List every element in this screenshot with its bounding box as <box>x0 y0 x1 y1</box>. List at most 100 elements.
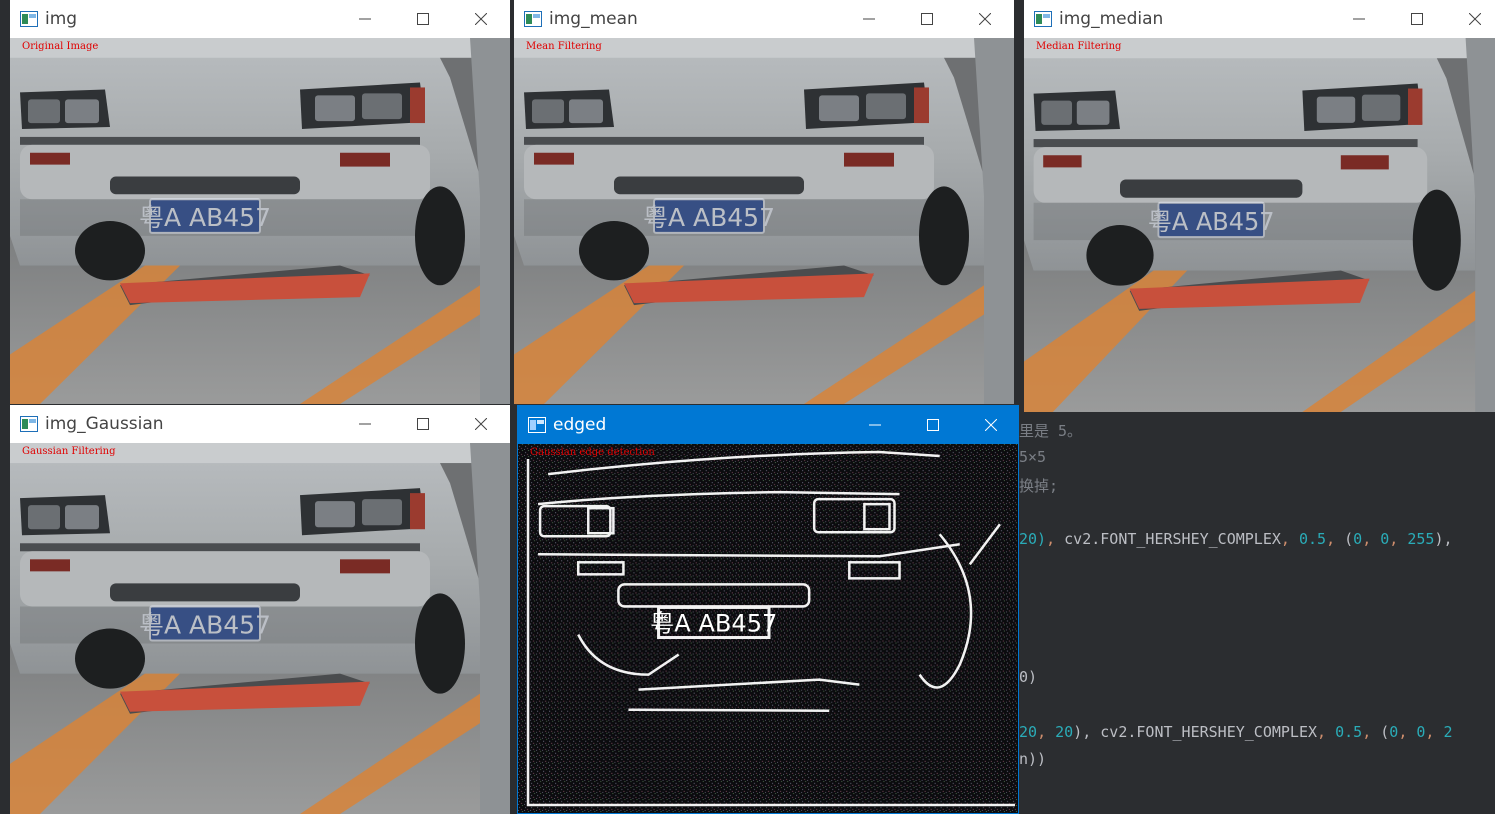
window-titlebar[interactable]: img <box>10 0 510 38</box>
window-title: img_mean <box>549 9 638 29</box>
code-token: 20) <box>1019 530 1047 548</box>
image-canvas[interactable]: 粤A AB457 Mean Filtering <box>514 38 1014 404</box>
app-window-icon <box>1034 11 1052 27</box>
code-token: , <box>1398 723 1417 741</box>
close-button[interactable] <box>1446 0 1495 38</box>
code-token: , <box>1280 530 1299 548</box>
edge-plate-text: 粤A AB457 <box>650 610 777 638</box>
code-token: 0.5 <box>1335 723 1363 741</box>
minimize-icon <box>1353 18 1365 20</box>
window-edged[interactable]: edged 粤A AB457 Gaussian edge detection <box>517 405 1019 814</box>
code-token: ( <box>1380 723 1390 741</box>
code-token: , <box>1362 723 1381 741</box>
close-icon <box>475 418 487 430</box>
code-line-2: 5×5 <box>1019 448 1046 466</box>
maximize-button[interactable] <box>1388 0 1446 38</box>
close-button[interactable] <box>452 405 510 443</box>
code-token: , <box>1425 723 1444 741</box>
code-token: , <box>1046 530 1065 548</box>
image-canvas[interactable]: 粤A AB457 Gaussian Filtering <box>10 443 510 814</box>
code-line-6: 20, 20), cv2.FONT_HERSHEY_COMPLEX, 0.5, … <box>1019 723 1453 741</box>
code-token: ), <box>1434 530 1453 548</box>
code-token: ( <box>1344 530 1354 548</box>
car-image: 粤A AB457 <box>10 443 510 814</box>
code-line-1: 里是 5。 <box>1019 420 1082 441</box>
code-token: 换掉; <box>1019 477 1059 495</box>
image-canvas[interactable]: 粤A AB457 Gaussian edge detection <box>518 444 1018 813</box>
close-icon <box>475 13 487 25</box>
minimize-button[interactable] <box>336 405 394 443</box>
maximize-icon <box>921 13 933 25</box>
code-token: 20 <box>1055 723 1074 741</box>
filter-overlay-label: Gaussian Filtering <box>22 446 116 457</box>
maximize-button[interactable] <box>394 405 452 443</box>
close-button[interactable] <box>962 406 1018 444</box>
code-token: 0.5 <box>1298 530 1327 548</box>
car-image: 粤A AB457 <box>514 38 1014 404</box>
window-title: img <box>45 9 78 29</box>
code-token: , <box>1317 723 1336 741</box>
minimize-button[interactable] <box>840 0 898 38</box>
code-line-4: 20), cv2.FONT_HERSHEY_COMPLEX, 0.5, (0, … <box>1019 530 1453 548</box>
code-token: 20 <box>1019 723 1038 741</box>
maximize-icon <box>417 13 429 25</box>
car-image: 粤A AB457 <box>1024 38 1495 412</box>
filter-overlay-label: Gaussian edge detection <box>530 447 655 458</box>
maximize-button[interactable] <box>904 406 962 444</box>
maximize-icon <box>417 418 429 430</box>
filter-overlay-label: Original Image <box>22 41 99 52</box>
close-icon <box>1469 13 1481 25</box>
code-line-5: 0) <box>1019 668 1037 686</box>
code-token: , <box>1389 530 1408 548</box>
code-editor[interactable]: 里是 5。 5×5 换掉; 20), cv2.FONT_HERSHEY_COMP… <box>1015 410 1495 814</box>
window-img-gaussian[interactable]: img_Gaussian 粤A AB457 Gaussian Filtering <box>10 405 510 814</box>
code-token: 0 <box>1389 723 1399 741</box>
code-line-3: 换掉; <box>1019 475 1058 496</box>
maximize-button[interactable] <box>394 0 452 38</box>
window-img-mean[interactable]: img_mean 粤A AB457 Mean Filtering <box>514 0 1014 404</box>
code-token: 0 <box>1353 530 1363 548</box>
window-titlebar[interactable]: img_median <box>1024 0 1495 38</box>
image-canvas[interactable]: 粤A AB457 Original Image <box>10 38 510 404</box>
maximize-icon <box>1411 13 1423 25</box>
minimize-icon <box>359 423 371 425</box>
window-titlebar[interactable]: img_Gaussian <box>10 405 510 443</box>
app-window-icon <box>20 11 38 27</box>
minimize-button[interactable] <box>1330 0 1388 38</box>
filter-overlay-label: Mean Filtering <box>526 41 602 52</box>
code-token: cv2.FONT_HERSHEY_COMPLEX <box>1100 723 1318 741</box>
close-icon <box>985 419 997 431</box>
app-window-icon <box>20 416 38 432</box>
window-titlebar[interactable]: img_mean <box>514 0 1014 38</box>
minimize-button[interactable] <box>336 0 394 38</box>
close-button[interactable] <box>956 0 1014 38</box>
code-token: , <box>1037 723 1056 741</box>
code-token: , <box>1326 530 1345 548</box>
window-img[interactable]: img 粤A AB457 Original Image <box>10 0 510 404</box>
minimize-icon <box>869 424 881 426</box>
filter-overlay-label: Median Filtering <box>1036 41 1122 52</box>
image-canvas[interactable]: 粤A AB457 Median Filtering <box>1024 38 1495 412</box>
maximize-icon <box>927 419 939 431</box>
window-title: img_median <box>1059 9 1164 29</box>
edge-image: 粤A AB457 <box>518 444 1018 813</box>
minimize-icon <box>863 18 875 20</box>
code-token: cv2.FONT_HERSHEY_COMPLEX <box>1064 530 1281 548</box>
car-image: 粤A AB457 <box>10 38 510 404</box>
code-line-7: n)) <box>1019 750 1046 768</box>
maximize-button[interactable] <box>898 0 956 38</box>
code-token: 255 <box>1407 530 1435 548</box>
minimize-button[interactable] <box>846 406 904 444</box>
code-token: ), <box>1073 723 1101 741</box>
minimize-icon <box>359 18 371 20</box>
app-window-icon <box>528 417 546 433</box>
close-button[interactable] <box>452 0 510 38</box>
code-token: , <box>1362 530 1381 548</box>
code-token: 5×5 <box>1019 448 1047 466</box>
code-token: 0 <box>1380 530 1390 548</box>
window-titlebar[interactable]: edged <box>518 406 1018 444</box>
code-token: 里是 5。 <box>1019 422 1083 440</box>
code-token: 0) <box>1019 668 1038 686</box>
window-img-median[interactable]: img_median 粤A AB457 Median Filtering <box>1024 0 1495 412</box>
code-token: 2 <box>1443 723 1453 741</box>
